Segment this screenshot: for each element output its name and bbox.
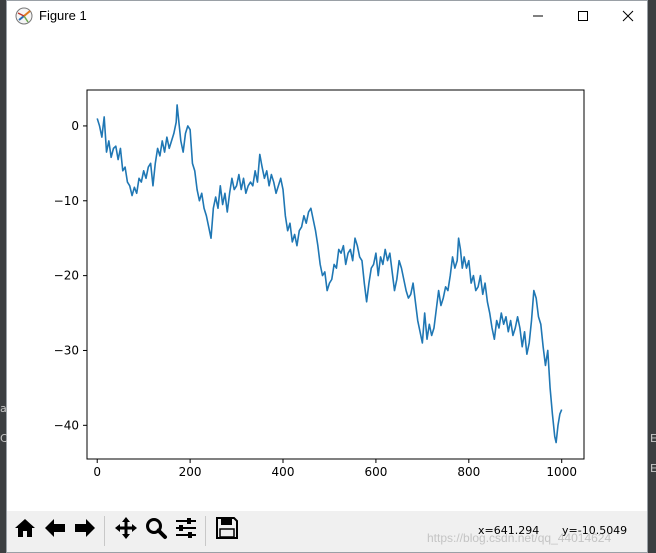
move-icon [114, 516, 138, 544]
title-bar[interactable]: Figure 1 [7, 1, 647, 31]
navigation-toolbar: https://blog.csdn.net/qq_44014624 x=641.… [7, 511, 647, 552]
arrow-left-icon [43, 516, 67, 544]
subplots-button[interactable] [172, 516, 200, 544]
save-icon [215, 516, 239, 544]
x-tick-label: 600 [364, 465, 387, 479]
y-tick-label: 0 [71, 119, 79, 133]
matplotlib-icon [15, 7, 33, 25]
toolbar-separator [205, 516, 206, 546]
sliders-icon [174, 516, 198, 544]
close-icon [622, 7, 634, 26]
magnifier-icon [144, 516, 168, 544]
y-tick-label: −20 [54, 269, 79, 283]
x-tick-label: 400 [272, 465, 295, 479]
line-chart[interactable]: 0 200 400 600 800 1000 0 −10 −20 −30 −40 [7, 31, 647, 511]
background-text: a [0, 402, 7, 415]
x-tick-label: 0 [93, 465, 101, 479]
minimize-button[interactable] [515, 1, 561, 31]
maximize-icon [577, 7, 589, 26]
x-tick-label: 800 [457, 465, 480, 479]
close-button[interactable] [605, 1, 651, 31]
zoom-button[interactable] [142, 516, 170, 544]
save-button[interactable] [213, 516, 241, 544]
back-button[interactable] [41, 516, 69, 544]
arrow-right-icon [73, 516, 97, 544]
x-tick-label: 1000 [546, 465, 577, 479]
home-button[interactable] [11, 516, 39, 544]
window-title: Figure 1 [39, 8, 87, 23]
y-tick-label: −10 [54, 194, 79, 208]
x-coordinate-readout: x=641.294 [478, 524, 540, 537]
y-tick-label: −40 [54, 418, 79, 432]
minimize-icon [532, 7, 544, 26]
x-tick-label: 200 [179, 465, 202, 479]
y-tick-label: −30 [54, 343, 79, 357]
toolbar-separator [104, 516, 105, 546]
pan-button[interactable] [112, 516, 140, 544]
background-text: E [650, 462, 656, 475]
forward-button[interactable] [71, 516, 99, 544]
background-text: E [650, 432, 656, 445]
maximize-button[interactable] [560, 1, 606, 31]
figure-canvas[interactable]: 0 200 400 600 800 1000 0 −10 −20 −30 −40 [7, 31, 647, 511]
y-coordinate-readout: y=-10.5049 [562, 524, 628, 537]
home-icon [13, 516, 37, 544]
